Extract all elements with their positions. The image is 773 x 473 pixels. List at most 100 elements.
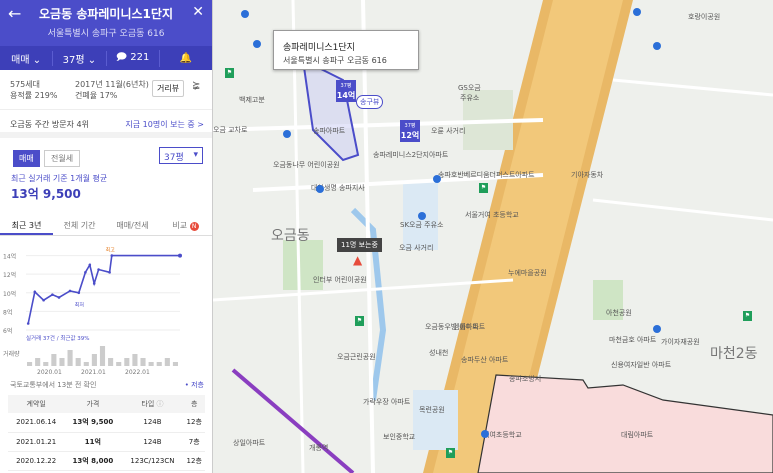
- bus-stop-icon[interactable]: [253, 40, 261, 48]
- viewers-link[interactable]: 지금 10명이 보는 중 >: [125, 119, 204, 130]
- bus-stop-icon[interactable]: [418, 212, 426, 220]
- viewers-tag: 11명 보는중: [337, 238, 382, 252]
- data-point: [33, 290, 37, 294]
- bus-stop-icon[interactable]: [241, 10, 249, 18]
- volume-bar: [108, 358, 114, 366]
- view-pill[interactable]: 송구뷰: [356, 95, 384, 109]
- volume-bar: [83, 362, 89, 366]
- min-label: 최저: [75, 302, 84, 309]
- deal-type-dropdown[interactable]: 매매 ⌄: [0, 50, 54, 66]
- bus-stop-icon[interactable]: [653, 325, 661, 333]
- price-chart-svg: 14억 12억 10억 8억 6억 2020.01 2021.01 2022.01 최고최저실거…: [3, 247, 182, 376]
- complex-title: 오금동 송파레미니스1단지: [39, 7, 173, 21]
- tab-recent-3y[interactable]: 최근 3년: [0, 214, 53, 235]
- bus-stop-icon[interactable]: [316, 185, 324, 193]
- tab-all-period[interactable]: 전체 기간: [53, 214, 106, 235]
- table-row[interactable]: 2021.01.21 11억 124B 7층: [8, 432, 205, 452]
- period-tabs: 최근 3년 전체 기간 매매/전세 비교 N: [0, 214, 212, 236]
- table-row[interactable]: 2021.06.14 13억 9,500 124B 12층: [8, 413, 205, 433]
- school-icon: ⚑: [355, 316, 364, 326]
- marker-price: 12억: [400, 131, 420, 140]
- map-label: 가락우장 아파트: [363, 398, 411, 406]
- tab-compare-label: 비교: [172, 221, 188, 230]
- volume-bar: [156, 362, 162, 366]
- price-subtitle: 최근 실거래 기준 1개월 평균: [11, 174, 108, 183]
- transactions-table: 계약일 가격 타입 ⓘ 층 2021.06.14 13억 9,500 124B …: [8, 395, 205, 471]
- y-tick-label: 14억: [3, 253, 16, 261]
- district-label: 마천2동: [710, 346, 758, 362]
- tab-rent[interactable]: 전월세: [44, 150, 81, 167]
- map-label: 서울거여 초등학교: [465, 211, 519, 219]
- map-pin-icon: ▲: [353, 253, 363, 267]
- map-label: 송파두산 아파트: [461, 356, 509, 364]
- map-label: 인터부 어린이공원: [313, 276, 367, 284]
- share-icon[interactable]: ⪶: [192, 80, 200, 91]
- map-label: 보인중학교: [383, 433, 416, 441]
- volume-label: 거래량: [3, 350, 20, 358]
- volume-bar: [140, 358, 146, 366]
- map-label: 상일아파트: [233, 439, 266, 447]
- map-label: 가이자재공원: [661, 338, 700, 346]
- volume-bar: [116, 362, 122, 366]
- close-icon[interactable]: ✕: [192, 4, 204, 20]
- data-point: [97, 268, 100, 271]
- complex-popup[interactable]: 송파레미니스1단지 서울특별시 송파구 오금동 616: [273, 30, 419, 70]
- visitor-rank: 오금동 주간 방문자 4위: [10, 120, 89, 129]
- deal-type-label: 매매: [11, 54, 30, 66]
- volume-bar: [43, 362, 49, 366]
- chart-legend: • 저층: [184, 381, 204, 389]
- help-icon[interactable]: ⓘ: [157, 400, 164, 408]
- x-tick-label: 2020.01: [37, 369, 62, 376]
- volume-bar: [132, 354, 138, 366]
- bus-stop-icon[interactable]: [481, 430, 489, 438]
- data-point: [88, 263, 92, 267]
- bus-stop-icon[interactable]: [633, 8, 641, 16]
- visitors-row: 오금동 주간 방문자 4위 지금 10명이 보는 중 >: [0, 110, 212, 138]
- price-value: 13억 9,500: [11, 187, 81, 201]
- map-label: 누에마을공원: [508, 269, 547, 277]
- map-label: 주유소: [460, 94, 480, 102]
- data-point: [51, 293, 54, 296]
- data-point: [57, 296, 61, 299]
- source-text: 국토교통부에서 13분 전 확인: [10, 381, 97, 389]
- bus-stop-icon[interactable]: [433, 175, 441, 183]
- distance-view-button[interactable]: 거리뷰: [152, 80, 185, 97]
- bus-stop-icon[interactable]: [283, 130, 291, 138]
- price-marker[interactable]: 37평 12억: [400, 120, 420, 142]
- size-dropdown[interactable]: 37평 ⌄: [53, 50, 107, 66]
- x-tick-label: 2022.01: [125, 369, 150, 376]
- cell-date: 2021.06.14: [8, 413, 65, 433]
- tab-sale[interactable]: 매매: [13, 150, 40, 167]
- volume-bar: [164, 358, 170, 366]
- data-point: [26, 322, 30, 325]
- volume-bar: [51, 354, 57, 366]
- map-label: 오금동나무 어린이공원: [273, 161, 340, 169]
- price-marker[interactable]: 37평 14억: [336, 80, 356, 102]
- volume-bar: [35, 358, 41, 366]
- school-icon: ⚑: [479, 183, 488, 193]
- notification-button[interactable]: 🔔: [160, 53, 212, 64]
- map-label: 오륜 사거리: [431, 127, 466, 135]
- coverage-ratio: 건폐율 17%: [75, 91, 118, 100]
- data-point: [68, 289, 72, 293]
- volume-bar: [148, 362, 154, 366]
- y-tick-label: 10억: [3, 290, 16, 298]
- map-view[interactable]: 송파레미니스1단지 서울특별시 송파구 오금동 616 37평 14억 송구뷰 …: [213, 0, 773, 473]
- comments-button[interactable]: 🗩 221: [107, 49, 160, 67]
- data-point: [42, 298, 45, 302]
- complex-summary: 575세대 용적률 219% 2017년 11월(6년차) 건폐율 17% 거리…: [0, 70, 212, 110]
- bell-icon: 🔔: [179, 52, 193, 64]
- table-row[interactable]: 2020.12.22 13억 8,000 123C/123CN 12층: [8, 451, 205, 471]
- bus-stop-icon[interactable]: [653, 42, 661, 50]
- size-select[interactable]: 37평 ▾: [159, 147, 203, 164]
- map-label: 엠플아파트: [453, 323, 486, 331]
- volume-bar: [59, 358, 65, 366]
- cell-date: 2021.01.21: [8, 432, 65, 452]
- map-label: 신용여자일반 아파트: [611, 361, 672, 369]
- cell-type: 124B: [121, 413, 184, 433]
- comment-count: 221: [130, 51, 150, 63]
- tab-sale-rent[interactable]: 매매/전세: [106, 214, 159, 235]
- tab-compare[interactable]: 비교 N: [159, 214, 212, 235]
- price-chart[interactable]: 14억 12억 10억 8억 6억 2020.01 2021.01 2022.01 최고 최저 실거…: [0, 238, 212, 378]
- map-label: 호랑이공원: [688, 13, 721, 21]
